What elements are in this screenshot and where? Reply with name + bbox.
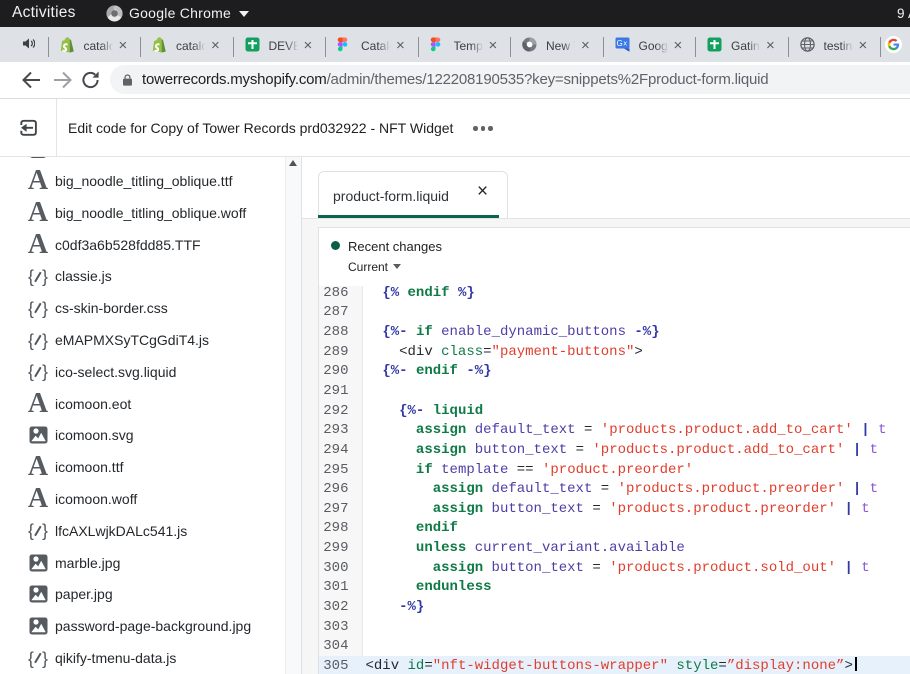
svg-text:G: G bbox=[616, 39, 622, 48]
svg-text:x: x bbox=[623, 38, 627, 47]
